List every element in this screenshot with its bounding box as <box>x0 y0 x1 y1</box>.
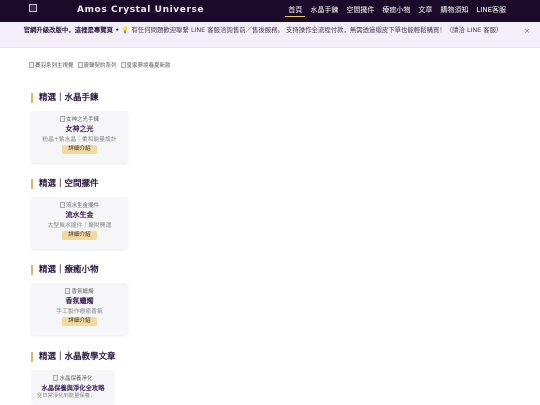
broken-image-icon <box>120 62 126 68</box>
article-image: 水晶保養淨化 <box>31 374 115 382</box>
product-desc: 手工製作療癒香氣 <box>56 309 103 315</box>
banner-image[interactable]: 賽羽系列主視覺 <box>29 61 74 69</box>
product-image: 流水生金擺件 <box>31 201 128 209</box>
brand-logo[interactable] <box>29 4 37 12</box>
brand-name[interactable]: Amos Crystal Universe <box>77 5 204 15</box>
nav-links: 首頁 水晶手鍊 空間擺件 療癒小物 文章 購物須知 LINE客服 <box>283 4 509 17</box>
product-name: 香氛蠟燭 <box>65 297 94 305</box>
details-button[interactable]: 詳細介紹 <box>62 145 97 154</box>
nav-home[interactable]: 首頁 <box>285 4 306 17</box>
section-title-space-decor: 精選｜空間擺件 <box>31 179 99 189</box>
article-title: 水晶保養與淨化全攻略 <box>41 385 105 392</box>
details-button[interactable]: 詳細介紹 <box>62 317 97 326</box>
nav-bracelets[interactable]: 水晶手鍊 <box>307 4 341 17</box>
product-card[interactable]: 女神之光手鍊 女神之光 粉晶+紫水晶｜柔和能量設計 詳細介紹 <box>31 111 128 163</box>
article-desc: 從日常淨化到能量保養， <box>37 393 96 399</box>
nav-shopping-info[interactable]: 購物須知 <box>437 4 471 17</box>
notice-bold: 官網升級改版中，這裡是專覽頁 • <box>23 26 120 34</box>
top-navbar: Amos Crystal Universe 首頁 水晶手鍊 空間擺件 療癒小物 … <box>0 0 540 22</box>
product-desc: 粉晶+紫水晶｜柔和能量設計 <box>42 137 117 143</box>
notice-text: 官網升級改版中，這裡是專覽頁 • 💡 有任何問題歡迎聯繫 LINE 客服洽詢售前… <box>16 26 510 35</box>
product-desc: 大型風水擺件｜聚財開運 <box>47 223 112 229</box>
banner-row: 賽羽系列主視覺 靈聲契約系列 皇家夢境春夏新款 <box>29 61 171 69</box>
notice-bar: 官網升級改版中，這裡是專覽頁 • 💡 有任何問題歡迎聯繫 LINE 客服洽詢售前… <box>0 22 540 48</box>
product-image: 女神之光手鍊 <box>31 115 128 123</box>
nav-articles[interactable]: 文章 <box>415 4 435 17</box>
details-button[interactable]: 詳細介紹 <box>62 231 97 240</box>
product-name: 女神之光 <box>65 125 94 133</box>
section-title-bracelets: 精選｜水晶手鍊 <box>31 93 99 103</box>
product-card[interactable]: 香氛蠟燭 香氛蠟燭 手工製作療癒香氣 詳細介紹 <box>31 283 128 335</box>
broken-image-icon <box>65 288 71 294</box>
broken-image-icon <box>53 375 59 381</box>
broken-image-icon <box>77 62 83 68</box>
product-name: 流水生金 <box>65 211 94 219</box>
section-title-articles: 精選｜水晶教學文章 <box>31 352 116 362</box>
broken-image-icon <box>59 116 65 122</box>
section-title-healing-items: 精選｜療癒小物 <box>31 265 99 275</box>
nav-space-decor[interactable]: 空間擺件 <box>343 4 377 17</box>
banner-image[interactable]: 皇家夢境春夏新款 <box>120 61 171 69</box>
notice-body: 💡 有任何問題歡迎聯繫 LINE 客服洽詢售前／售後服務。 支持操作全流程付款，… <box>121 26 503 34</box>
nav-line-service[interactable]: LINE客服 <box>473 4 509 17</box>
nav-healing-items[interactable]: 療癒小物 <box>379 4 413 17</box>
broken-image-icon <box>59 202 65 208</box>
broken-image-icon <box>29 62 34 68</box>
article-card[interactable]: 水晶保養淨化 水晶保養與淨化全攻略 從日常淨化到能量保養， <box>31 370 115 405</box>
product-card[interactable]: 流水生金擺件 流水生金 大型風水擺件｜聚財開運 詳細介紹 <box>31 197 128 249</box>
close-icon[interactable]: × <box>524 27 530 35</box>
product-image: 香氛蠟燭 <box>31 287 128 295</box>
banner-image[interactable]: 靈聲契約系列 <box>77 61 117 69</box>
